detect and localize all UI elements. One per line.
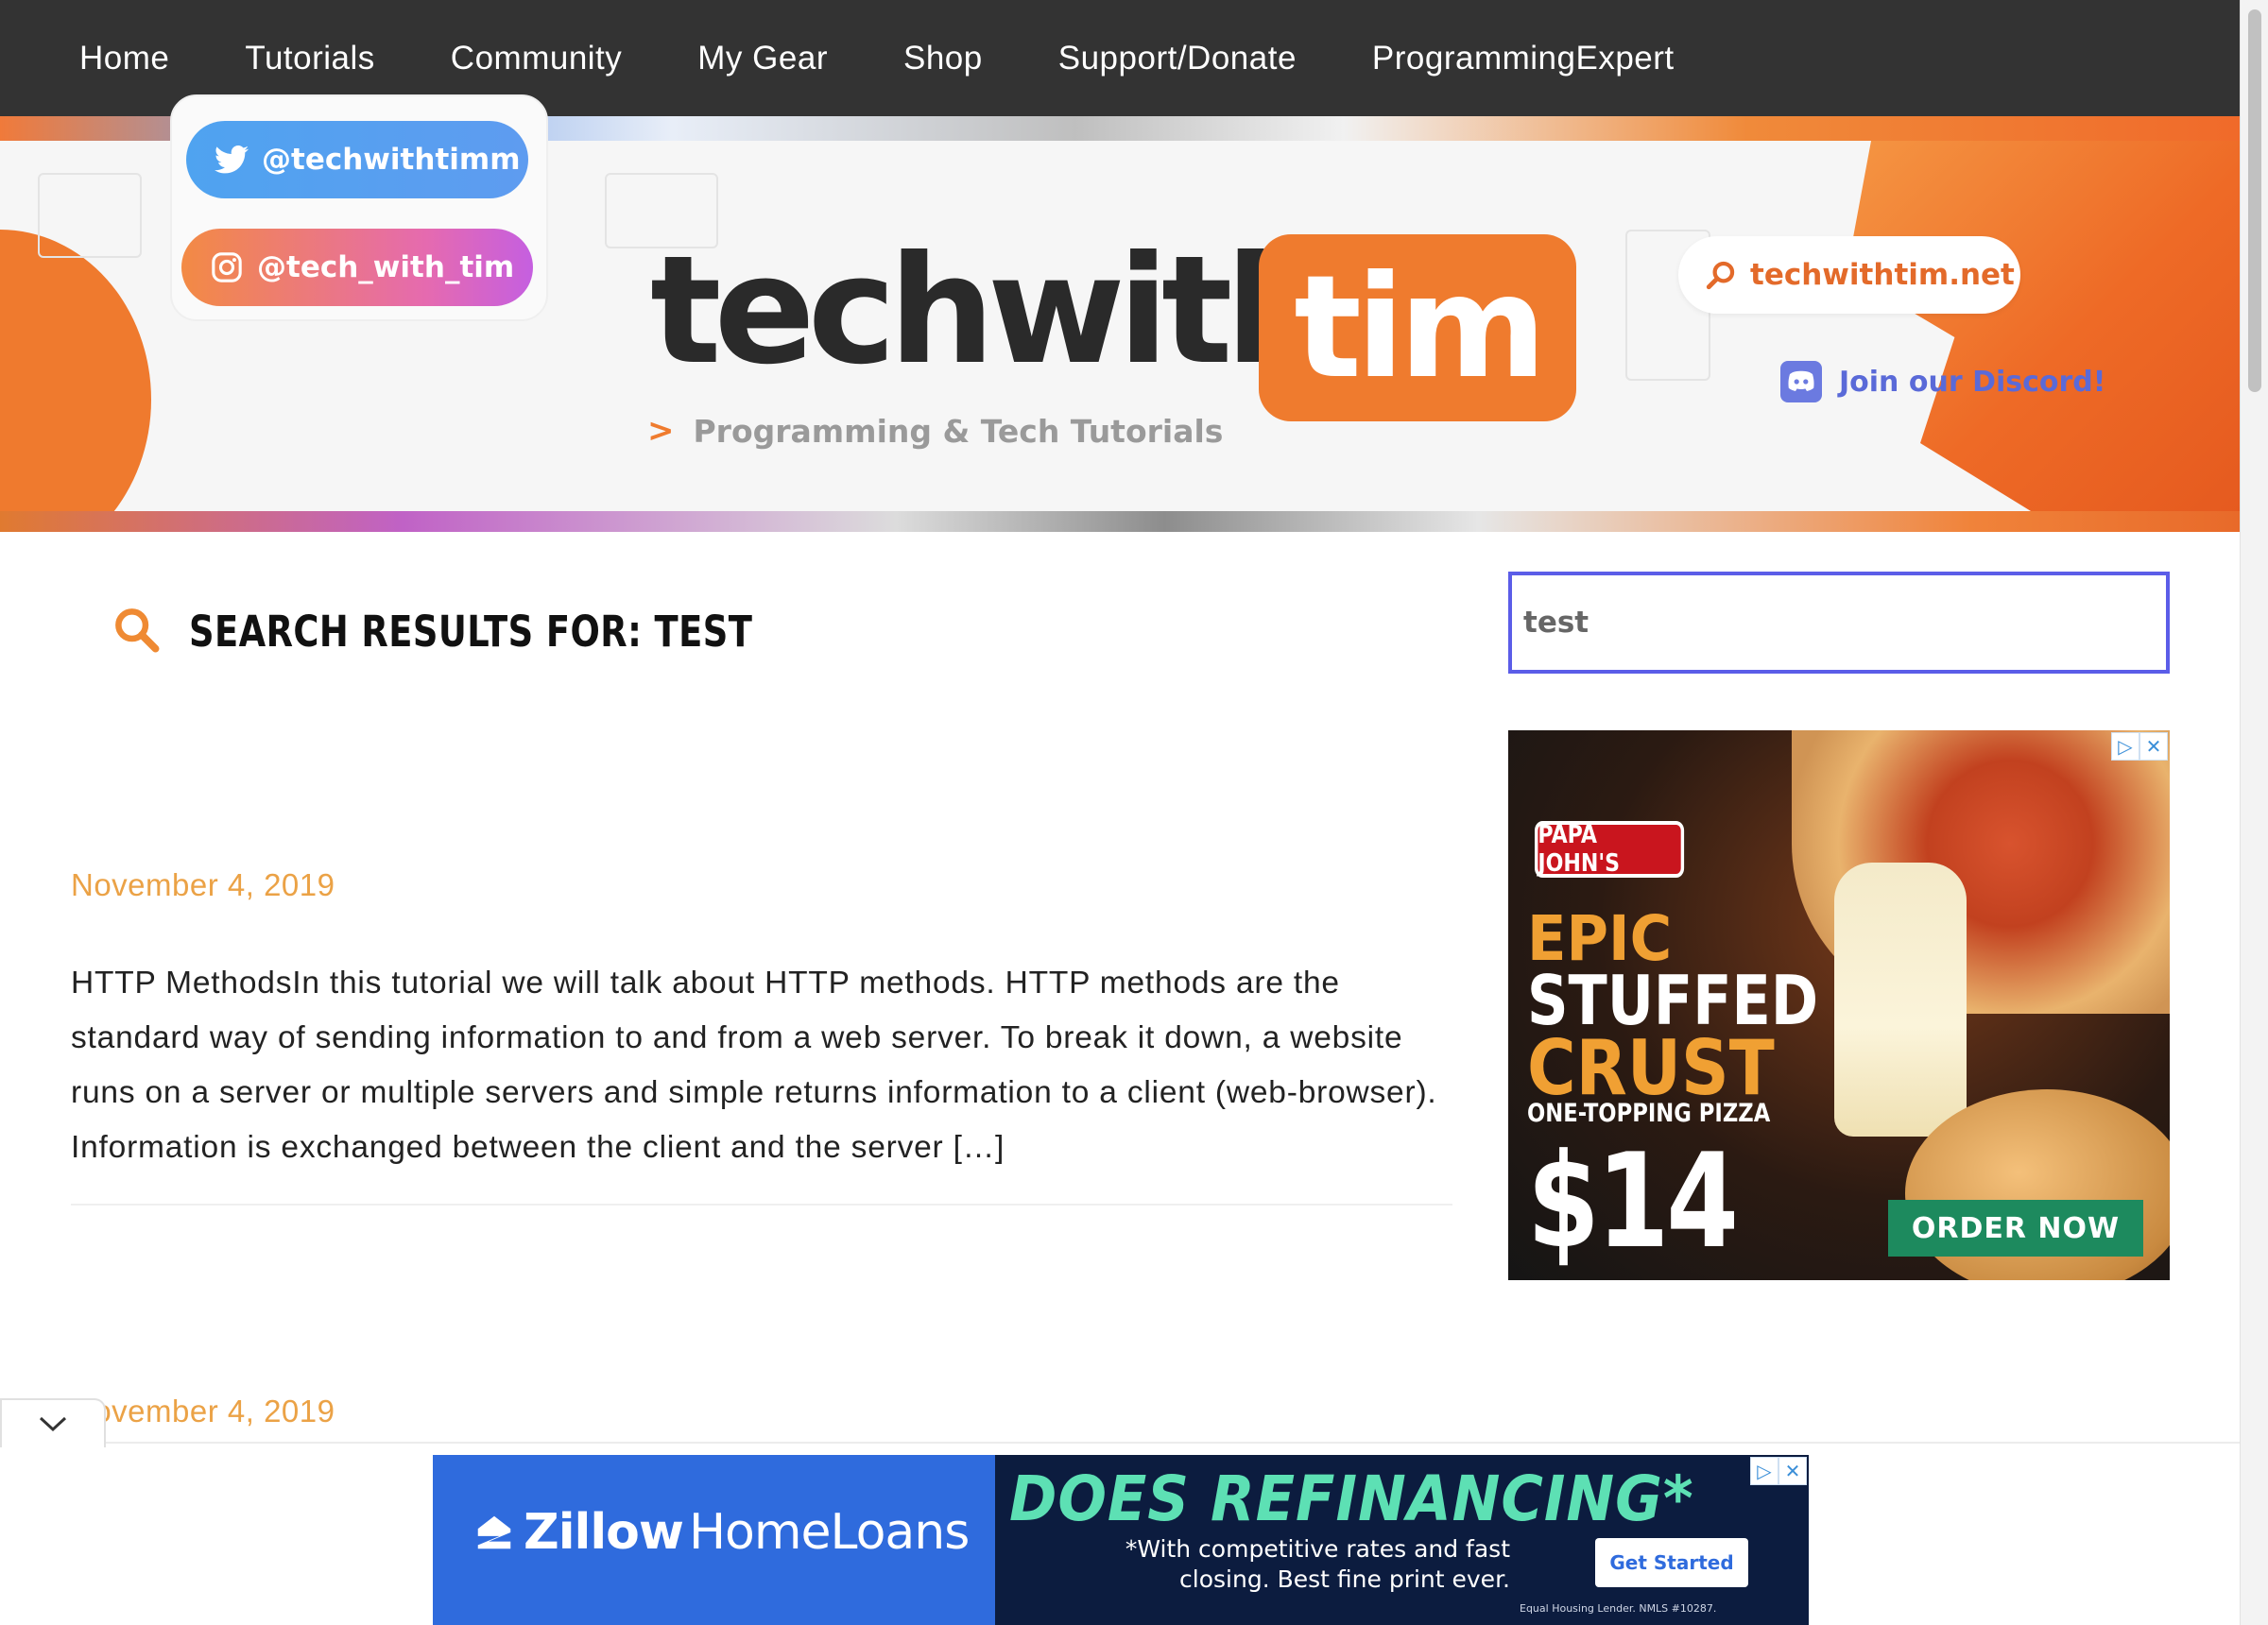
search-icon [1705, 259, 1737, 291]
zillow-ad[interactable]: Zillow HomeLoans DOES REFINANCING* *With… [433, 1455, 1809, 1625]
website-text: techwithtim.net [1750, 258, 2015, 292]
twitter-link[interactable]: @techwithtimm [186, 121, 528, 198]
collapse-ad-toggle[interactable] [0, 1398, 106, 1447]
get-started-button[interactable]: Get Started [1595, 1538, 1748, 1587]
zillow-product: HomeLoans [688, 1504, 970, 1561]
nav-support-donate[interactable]: Support/Donate [1058, 40, 1297, 77]
instagram-link[interactable]: @tech_with_tim [181, 229, 533, 306]
nav-home[interactable]: Home [79, 40, 169, 77]
search-icon [112, 605, 161, 659]
scrollbar-thumb[interactable] [2248, 9, 2261, 392]
banner-stripe-bottom [0, 511, 2240, 532]
page-title: SEARCH RESULTS FOR: TEST [189, 607, 753, 657]
discord-text: Join our Discord! [1839, 365, 2106, 399]
papa-johns-logo: PAPA JOHN'S [1535, 821, 1685, 878]
page-scrollbar[interactable] [2240, 0, 2268, 1625]
post-excerpt: HTTP MethodsIn this tutorial we will tal… [71, 966, 1437, 1165]
papa-johns-ad[interactable]: ▷ ✕ PAPA JOHN'S EPIC STUFFED CRUST ONE-T… [1508, 730, 2170, 1280]
discord-link[interactable]: Join our Discord! [1778, 359, 2105, 404]
nav-community[interactable]: Community [451, 40, 622, 77]
nav-programming-expert[interactable]: ProgrammingExpert [1372, 40, 1675, 77]
tagline-text: Programming & Tech Tutorials [693, 412, 1224, 450]
site-logo-tim[interactable]: tim [1259, 234, 1576, 421]
twitter-handle: @techwithtimm [262, 143, 521, 177]
ad-choices-controls: ▷ ✕ [1750, 1457, 1807, 1485]
zillow-fine-print: Equal Housing Lender. NMLS #10287. [1520, 1602, 1717, 1615]
circuit-decor [38, 173, 142, 258]
zillow-logo: Zillow HomeLoans [472, 1504, 970, 1561]
post-divider [71, 1204, 1452, 1206]
banner-decor-right [1847, 141, 2240, 519]
instagram-handle: @tech_with_tim [257, 250, 515, 284]
instagram-icon [208, 248, 246, 286]
post-date[interactable]: November 4, 2019 [71, 1394, 335, 1429]
close-icon[interactable]: ✕ [1778, 1457, 1807, 1485]
discord-icon [1778, 359, 1824, 404]
twitter-icon [213, 141, 250, 179]
nav-my-gear[interactable]: My Gear [697, 40, 828, 77]
site-tagline: > Programming & Tech Tutorials [647, 412, 1223, 450]
zillow-headline: DOES REFINANCING* [1009, 1462, 1694, 1535]
cheese-pull-image [1834, 863, 1967, 1137]
close-icon[interactable]: ✕ [2139, 732, 2168, 761]
chevron-right-icon: > [647, 412, 675, 450]
ad-choices-icon[interactable]: ▷ [1750, 1457, 1778, 1485]
ad-headline-crust: CRUST [1527, 1024, 1775, 1112]
zillow-subtext: *With competitive rates and fast closing… [1125, 1535, 1510, 1593]
search-input-value: test [1523, 606, 1589, 640]
zillow-z-icon [477, 1515, 511, 1549]
site-logo-techwith[interactable]: techwith [650, 236, 1332, 385]
chevron-down-icon [39, 1416, 67, 1432]
order-now-button[interactable]: ORDER NOW [1888, 1200, 2143, 1257]
post-date[interactable]: November 4, 2019 [71, 867, 335, 903]
banner-decor-left [0, 230, 151, 532]
zillow-brand: Zillow [524, 1504, 684, 1561]
nav-tutorials[interactable]: Tutorials [245, 40, 374, 77]
ad-choices-controls: ▷ ✕ [2111, 732, 2168, 761]
search-results-heading: SEARCH RESULTS FOR: TEST [112, 605, 876, 659]
ad-price: $14 [1527, 1125, 1739, 1277]
ad-choices-icon[interactable]: ▷ [2111, 732, 2139, 761]
nav-shop[interactable]: Shop [903, 40, 983, 77]
website-link[interactable]: techwithtim.net [1678, 236, 2020, 314]
sidebar-search-input[interactable]: test [1508, 572, 2170, 674]
ad-subline: ONE-TOPPING PIZZA [1527, 1099, 1771, 1128]
